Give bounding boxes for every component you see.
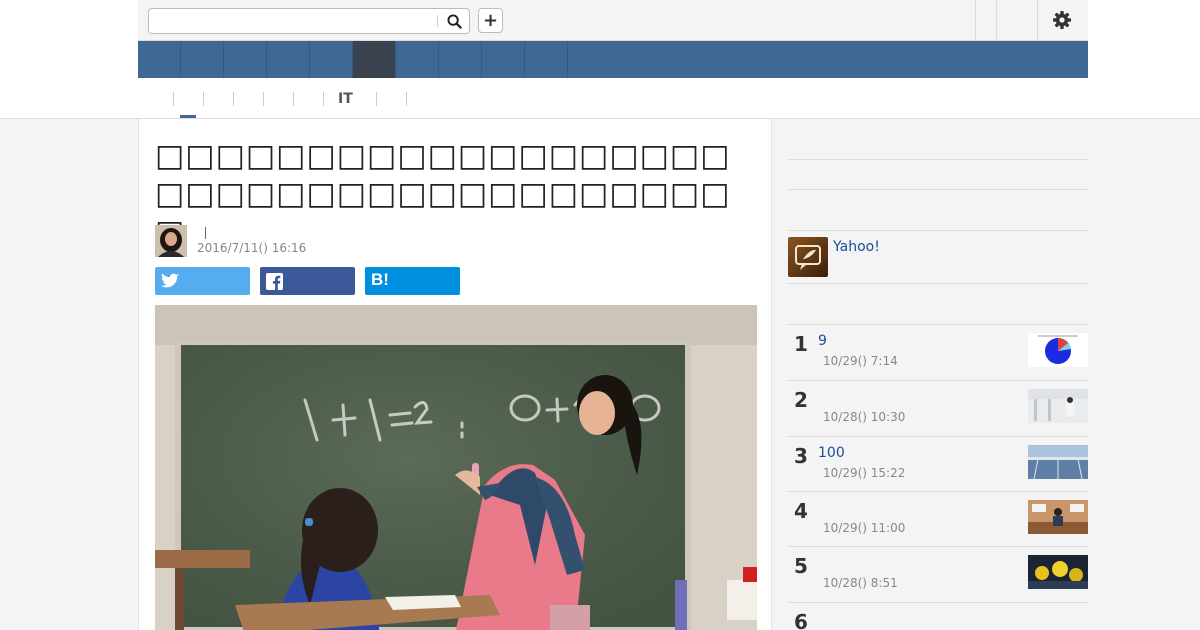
ranking-item[interactable]: 2 10/28() 10:30 bbox=[788, 380, 1088, 436]
rank-number: 3 bbox=[794, 444, 808, 468]
toolbar-divider bbox=[975, 0, 976, 40]
yahoo-news-link[interactable]: Yahoo! bbox=[833, 239, 880, 255]
nav-tab[interactable] bbox=[138, 41, 181, 78]
author-divider bbox=[205, 227, 206, 239]
nav-tab[interactable] bbox=[310, 41, 353, 78]
rank-thumbnail[interactable] bbox=[1028, 555, 1088, 589]
top-toolbar: + bbox=[138, 0, 1088, 41]
article-title: □□□□□□□□□□□□□□□□□□□□□□□□□□□□□□□□□□□□□□□ bbox=[155, 138, 731, 250]
rank-time: 10/29() 15:22 bbox=[823, 466, 906, 480]
search-divider bbox=[437, 15, 438, 27]
article: □□□□□□□□□□□□□□□□□□□□□□□□□□□□□□□□□□□□□□□ … bbox=[138, 119, 772, 630]
nav-tab[interactable] bbox=[267, 41, 310, 78]
ranking-item[interactable]: 3 100 10/29() 15:22 bbox=[788, 436, 1088, 492]
nav-tab-active[interactable] bbox=[353, 41, 396, 78]
rank-time: 10/28() 8:51 bbox=[823, 576, 898, 590]
subnav-divider bbox=[263, 92, 264, 106]
rank-thumbnail[interactable] bbox=[1028, 389, 1088, 423]
nav-tab[interactable] bbox=[224, 41, 267, 78]
nav-tab[interactable] bbox=[396, 41, 439, 78]
rank-time: 10/28() 10:30 bbox=[823, 410, 906, 424]
plus-icon: + bbox=[482, 10, 499, 31]
nav-tab[interactable] bbox=[439, 41, 482, 78]
rank-thumbnail[interactable] bbox=[1028, 333, 1088, 367]
rank-time: 10/29() 11:00 bbox=[823, 521, 906, 535]
subnav-item-it[interactable]: IT bbox=[338, 91, 353, 107]
sub-nav: IT bbox=[138, 78, 1088, 119]
add-button[interactable]: + bbox=[478, 8, 503, 33]
nav-tab[interactable] bbox=[482, 41, 525, 78]
article-date: 2016/7/11() 16:16 bbox=[197, 241, 307, 255]
rank-number: 5 bbox=[794, 554, 808, 578]
twitter-share-button[interactable] bbox=[155, 267, 250, 295]
sidebar-divider bbox=[788, 159, 1088, 160]
subnav-divider bbox=[406, 92, 407, 106]
toolbar-divider bbox=[996, 0, 997, 40]
sidebar-divider bbox=[788, 283, 1088, 284]
rank-number: 4 bbox=[794, 499, 808, 523]
sidebar-divider bbox=[788, 230, 1088, 231]
ranking-item[interactable]: 4 10/29() 11:00 bbox=[788, 491, 1088, 547]
rank-number: 1 bbox=[794, 332, 808, 356]
search-icon bbox=[446, 13, 462, 29]
rank-number: 6 bbox=[794, 610, 808, 630]
rank-thumbnail[interactable] bbox=[1028, 445, 1088, 479]
search-box bbox=[148, 8, 470, 34]
twitter-icon bbox=[161, 273, 179, 288]
category-nav bbox=[138, 41, 1088, 78]
facebook-icon bbox=[266, 273, 283, 290]
rank-number: 2 bbox=[794, 388, 808, 412]
sidebar-divider bbox=[788, 189, 1088, 190]
ranking-item[interactable]: 5 10/28() 8:51 bbox=[788, 546, 1088, 602]
author-avatar[interactable] bbox=[155, 225, 187, 257]
subnav-divider bbox=[293, 92, 294, 106]
nav-tab[interactable] bbox=[181, 41, 224, 78]
hatena-bookmark-button[interactable]: B! bbox=[365, 267, 460, 295]
rank-title[interactable]: 100 bbox=[818, 445, 845, 461]
rank-thumbnail[interactable] bbox=[1028, 500, 1088, 534]
nav-tab[interactable] bbox=[525, 41, 568, 78]
facebook-share-button[interactable] bbox=[260, 267, 355, 295]
subnav-divider bbox=[233, 92, 234, 106]
search-button[interactable] bbox=[441, 11, 467, 31]
rank-time: 10/29() 7:14 bbox=[823, 354, 898, 368]
subnav-divider bbox=[376, 92, 377, 106]
ranking-item[interactable]: 6 bbox=[788, 602, 1088, 630]
search-input[interactable] bbox=[155, 12, 425, 30]
ranking-item[interactable]: 1 9 10/29() 7:14 bbox=[788, 324, 1088, 380]
hatena-icon: B! bbox=[371, 270, 389, 289]
subnav-divider bbox=[323, 92, 324, 106]
gear-icon[interactable] bbox=[1052, 10, 1072, 30]
yahoo-news-icon[interactable] bbox=[788, 237, 828, 277]
toolbar-divider bbox=[1037, 0, 1038, 40]
subnav-divider bbox=[173, 92, 174, 106]
rank-title[interactable]: 9 bbox=[818, 333, 827, 349]
subnav-divider bbox=[203, 92, 204, 106]
article-photo bbox=[155, 305, 757, 630]
